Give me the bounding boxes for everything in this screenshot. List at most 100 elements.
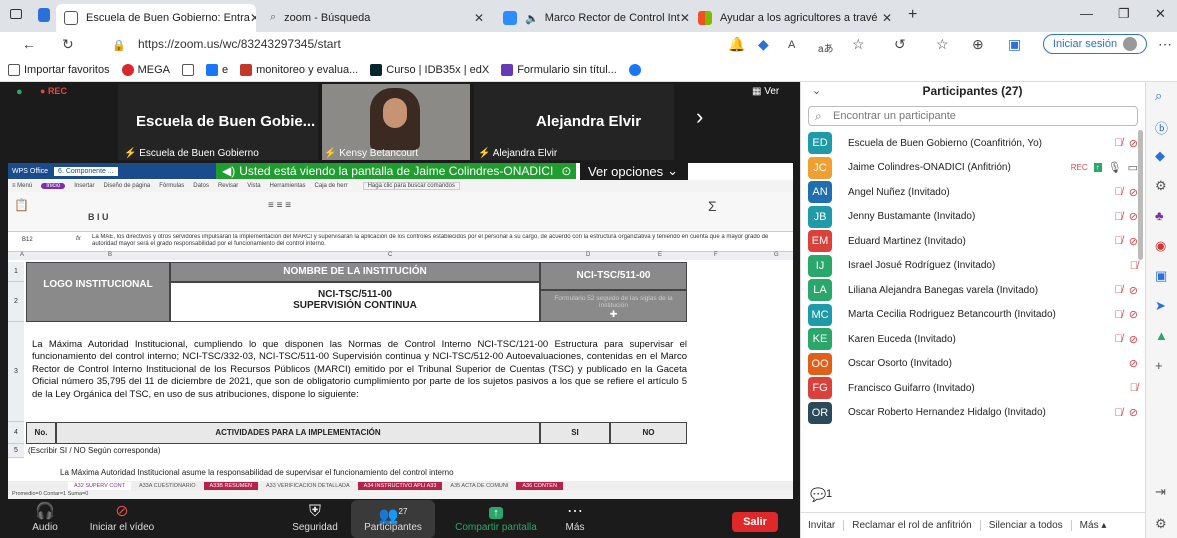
form-note-cell[interactable]: Formulario 52 seguido de las siglas de l… [540, 290, 687, 322]
code-right-cell[interactable]: NCI-TSC/511-00 [540, 262, 687, 290]
row5-cell[interactable]: (Escribir SI / NO Según corresponda) [28, 446, 161, 455]
participant-row[interactable]: EM Eduard Martinez (Invitado) 🎙̸ ⊘ [808, 229, 1138, 253]
collections-icon[interactable]: ☆ [936, 36, 949, 53]
bookmark-icon[interactable]: ◆ [758, 36, 769, 53]
audio-icon[interactable]: 🔈 [525, 12, 539, 25]
translate-icon[interactable]: aあ [818, 40, 834, 55]
fav-page[interactable] [182, 63, 194, 76]
body-paragraph[interactable]: La Máxima Autoridad Institucional, cumpl… [32, 339, 687, 401]
close-window-icon[interactable]: ✕ [1155, 6, 1166, 22]
column-header[interactable]: C [388, 252, 392, 258]
fav-form[interactable]: Formulario sin títul... [501, 63, 617, 76]
participant-row[interactable]: FG Francisco Guifarro (Invitado) 🎙̸ [808, 376, 1138, 400]
sheet-tab[interactable]: A34 INSTRUCTIVO APLI A33 [357, 482, 443, 490]
outlook-icon[interactable]: ▣ [1155, 268, 1167, 284]
row6-cell[interactable]: La Máxima Autoridad Institucional asume … [60, 468, 454, 477]
header-activities[interactable]: ACTIVIDADES PARA LA IMPLEMENTACIÓN [56, 422, 540, 444]
command-search[interactable]: Haga clic para buscar comandos [362, 182, 460, 190]
fav-monitoreo[interactable]: monitoreo y evalua... [240, 63, 358, 76]
formula-text[interactable]: La MAE, los directivos y otros servidore… [92, 234, 782, 250]
profile-icon[interactable] [38, 8, 50, 22]
url-text[interactable]: https://zoom.us/wc/83243297345/start [138, 37, 341, 51]
menu-item[interactable]: Vista [247, 183, 260, 189]
fav-mega[interactable]: MEGA [121, 63, 170, 76]
menu-item[interactable]: Insertar [74, 183, 94, 189]
sheet-tab[interactable]: A35 ACTA DE COMUNI [444, 482, 514, 490]
sheet-tab[interactable]: A36 CONTEN [516, 482, 563, 490]
send-icon[interactable]: ➤ [1155, 298, 1166, 314]
participant-row[interactable]: LA Liliana Alejandra Banegas varela (Invi… [808, 278, 1138, 302]
tab-zoom-search[interactable]: ⌕ zoom - Búsqueda ✕ [262, 4, 492, 32]
fav-import[interactable]: Importar favoritos [8, 63, 110, 76]
wps-tab[interactable]: WPS Office [12, 168, 48, 175]
row-header[interactable]: 3 [8, 322, 24, 422]
bold-icon[interactable]: B I U [88, 212, 109, 222]
close-icon[interactable]: ✕ [250, 11, 256, 25]
extension-icon[interactable]: 🔔 [728, 36, 745, 53]
menu-item[interactable]: Revisar [218, 183, 238, 189]
view-button[interactable]: ▦ Ver [752, 86, 779, 97]
header-no-col[interactable]: NO [610, 422, 687, 444]
read-aloud-icon[interactable]: A [788, 39, 795, 51]
column-header[interactable]: G [774, 252, 779, 258]
fav-extra[interactable] [628, 63, 641, 76]
participant-search-input[interactable]: ⌕ Encontrar un participante [808, 106, 1138, 126]
participant-row[interactable]: MC Marta Cecilia Rodriguez Betancourth (I… [808, 303, 1138, 327]
column-header[interactable]: B [108, 252, 112, 258]
header-no[interactable]: No. [26, 422, 56, 444]
refresh-extension-icon[interactable]: ↺ [894, 36, 906, 53]
menu-item-home[interactable]: Inicio [41, 183, 66, 189]
column-header[interactable]: E [658, 252, 662, 258]
tab-marco-rector[interactable]: 🔈 Marco Rector de Control Int ✕ [495, 4, 690, 32]
row-header[interactable]: 1 [8, 262, 24, 282]
row-header[interactable]: 2 [8, 282, 24, 322]
minimize-icon[interactable]: — [1080, 6, 1093, 21]
paste-icon[interactable]: 📋 [14, 198, 29, 212]
window-menu-icon[interactable] [10, 9, 22, 19]
invite-button[interactable]: Invitar [800, 520, 845, 531]
audio-button[interactable]: 🎧 Audio [5, 502, 85, 533]
participants-scrollbar[interactable] [1138, 130, 1143, 260]
participant-row[interactable]: OR Oscar Roberto Hernandez Hidalgo (Invit… [808, 401, 1138, 425]
settings-icon[interactable]: ⚙ [1155, 516, 1167, 532]
close-icon[interactable]: ✕ [882, 11, 892, 25]
row-header[interactable]: 4 [8, 422, 24, 444]
menu-item[interactable]: Herramientas [270, 183, 306, 189]
sum-icon[interactable]: Σ [708, 198, 717, 214]
participant-row[interactable]: OO Oscar Osorto (Invitado) ⊘ [808, 352, 1138, 376]
logo-cell[interactable]: LOGO INSTITUCIONAL [26, 262, 170, 322]
sidebar-toggle-icon[interactable]: ⇥ [1155, 484, 1166, 500]
bing-icon[interactable]: ⓑ [1155, 118, 1168, 137]
more-menu-button[interactable]: Más ▴ [1072, 520, 1115, 531]
office-icon[interactable]: ◉ [1155, 238, 1166, 254]
align-icon[interactable]: ≡ ≡ ≡ [268, 200, 291, 211]
security-button[interactable]: ⛨ Seguridad [275, 502, 355, 533]
column-header[interactable]: A [20, 252, 24, 258]
more-button[interactable]: ⋯ Más [535, 502, 615, 533]
sheet-tab[interactable]: A33A CUESTIONARIO [133, 482, 202, 490]
menu-item[interactable]: ≡ Menú [12, 183, 32, 189]
tab-agricultores[interactable]: Ayudar a los agricultores a travé ✕ [690, 4, 900, 32]
participant-row[interactable]: JB Jenny Bustamante (Invitado) 🎙̸ ⊘ [808, 205, 1138, 229]
participants-button[interactable]: 👥27 Participantes [353, 502, 433, 533]
wps-tab-active[interactable]: 6. Componente ... [54, 166, 118, 176]
shopping-icon[interactable]: ◆ [1155, 148, 1165, 164]
fav-edx[interactable]: Curso | IDB35x | edX [370, 63, 489, 76]
mute-all-button[interactable]: Silenciar a todos [981, 520, 1072, 531]
claim-host-button[interactable]: Reclamar el rol de anfitrión [844, 520, 981, 531]
cell-reference[interactable]: B12 [22, 237, 33, 243]
column-header[interactable]: D [586, 252, 590, 258]
sheet-tab[interactable]: A33 VERIFICACION DETALLADA [260, 482, 356, 490]
header-si[interactable]: SI [540, 422, 610, 444]
refresh-icon[interactable]: ↻ [62, 36, 74, 53]
menu-item[interactable]: Caja de herr [315, 183, 348, 189]
favorites-star-icon[interactable]: ☆ [852, 36, 865, 53]
menu-item[interactable]: Fórmulas [159, 183, 184, 189]
more-icon[interactable]: ⋯ [1158, 36, 1172, 53]
leave-button[interactable]: Salir [732, 512, 778, 532]
participant-row[interactable]: AN Angel Nuñez (Invitado) 🎙̸ ⊘ [808, 180, 1138, 204]
security-shield-icon[interactable]: ● [16, 86, 23, 98]
participant-row[interactable]: IJ Israel Josué Rodríguez (Invitado) 🎙̸ [808, 254, 1138, 278]
share-screen-button[interactable]: ↑ Compartir pantalla [446, 502, 546, 533]
participant-row[interactable]: JC Jaime Colindres-ONADICI (Anfitrión) REC… [808, 156, 1138, 180]
